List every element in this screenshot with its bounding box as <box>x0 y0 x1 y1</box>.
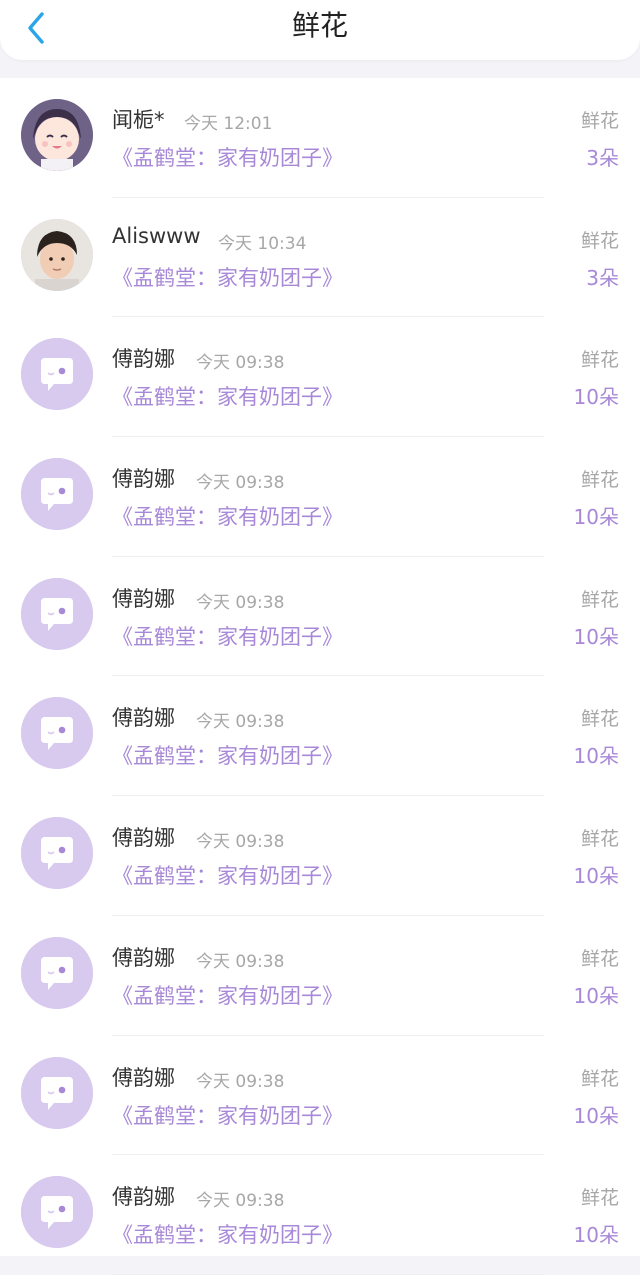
gift-type-label: 鲜花 <box>580 229 619 252</box>
book-title-link[interactable]: 《孟鹤堂：家有奶团子》 <box>112 860 343 890</box>
chat-bubble-avatar-icon[interactable] <box>21 1176 93 1249</box>
gift-type-label: 鲜花 <box>580 828 619 851</box>
list-item[interactable]: 傅韵娜 今天 09:38 《孟鹤堂：家有奶团子》 鲜花 10朵 <box>0 1155 640 1275</box>
chat-bubble-avatar-icon[interactable] <box>21 697 93 770</box>
chat-bubble-avatar-icon[interactable] <box>21 936 93 1009</box>
timestamp: 今天 09:38 <box>196 473 285 494</box>
user-name: 傅韵娜 <box>112 1185 175 1210</box>
chat-bubble-avatar-icon[interactable] <box>21 817 93 890</box>
user-name: 闻栀* <box>112 108 165 132</box>
book-title-link[interactable]: 《孟鹤堂：家有奶团子》 <box>112 381 343 411</box>
gift-count: 10朵 <box>573 744 619 769</box>
gift-type-label: 鲜花 <box>580 588 619 611</box>
gift-type-label: 鲜花 <box>580 349 619 372</box>
timestamp: 今天 09:38 <box>196 1191 285 1212</box>
gift-count: 10朵 <box>573 1103 619 1128</box>
timestamp: 今天 09:38 <box>196 353 285 374</box>
user-name: 傅韵娜 <box>112 586 175 611</box>
book-title-link[interactable]: 《孟鹤堂：家有奶团子》 <box>112 1100 343 1130</box>
timestamp: 今天 09:38 <box>196 951 285 972</box>
user-name: 傅韵娜 <box>112 467 175 492</box>
list-item[interactable]: 傅韵娜 今天 09:38 《孟鹤堂：家有奶团子》 鲜花 10朵 <box>0 317 640 438</box>
book-title-link[interactable]: 《孟鹤堂：家有奶团子》 <box>112 501 343 531</box>
chat-bubble-avatar-icon[interactable] <box>21 1056 93 1129</box>
book-title-link[interactable]: 《孟鹤堂：家有奶团子》 <box>112 740 343 770</box>
gift-type-label: 鲜花 <box>580 1187 619 1210</box>
gift-count: 10朵 <box>573 864 619 889</box>
book-title-link[interactable]: 《孟鹤堂：家有奶团子》 <box>112 142 343 172</box>
book-title-link[interactable]: 《孟鹤堂：家有奶团子》 <box>112 262 343 292</box>
gift-type-label: 鲜花 <box>580 110 619 132</box>
book-title-link[interactable]: 《孟鹤堂：家有奶团子》 <box>112 980 343 1010</box>
gift-count: 10朵 <box>573 385 619 410</box>
chat-bubble-avatar-icon[interactable] <box>21 338 93 411</box>
book-title-link[interactable]: 《孟鹤堂：家有奶团子》 <box>112 621 343 651</box>
user-name: 傅韵娜 <box>112 347 175 372</box>
gift-count: 3朵 <box>586 146 619 170</box>
timestamp: 今天 09:38 <box>196 1071 285 1092</box>
gift-type-label: 鲜花 <box>580 1067 619 1090</box>
list-item[interactable]: 傅韵娜 今天 09:38 《孟鹤堂：家有奶团子》 鲜花 10朵 <box>0 437 640 557</box>
list-item[interactable]: Aliswww 今天 10:34 《孟鹤堂：家有奶团子》 鲜花 3朵 <box>0 198 640 318</box>
gift-count: 10朵 <box>573 505 619 530</box>
gift-type-label: 鲜花 <box>580 469 619 492</box>
list-item[interactable]: 傅韵娜 今天 09:38 《孟鹤堂：家有奶团子》 鲜花 10朵 <box>0 557 640 677</box>
list-item[interactable]: 傅韵娜 今天 09:38 《孟鹤堂：家有奶团子》 鲜花 10朵 <box>0 1036 640 1156</box>
user-name: 傅韵娜 <box>112 945 175 970</box>
timestamp: 今天 12:01 <box>184 114 273 134</box>
gift-count: 10朵 <box>573 624 619 649</box>
user-name: 傅韵娜 <box>112 706 175 731</box>
timestamp: 今天 10:34 <box>218 233 307 254</box>
gift-count: 10朵 <box>573 983 619 1008</box>
user-name: Aliswww <box>112 223 201 248</box>
gift-count: 3朵 <box>586 265 619 290</box>
user-name: 傅韵娜 <box>112 826 175 851</box>
page-title: 鲜花 <box>291 9 348 42</box>
list-item[interactable]: 傅韵娜 今天 09:38 《孟鹤堂：家有奶团子》 鲜花 10朵 <box>0 916 640 1036</box>
book-title-link[interactable]: 《孟鹤堂：家有奶团子》 <box>112 1219 343 1249</box>
top-bar: 鲜花 <box>0 0 640 60</box>
gift-count: 10朵 <box>573 1223 619 1248</box>
timestamp: 今天 09:38 <box>196 712 285 733</box>
flower-gift-list: 闻栀* 今天 12:01 《孟鹤堂：家有奶团子》 鲜花 3朵 Aliswww 今天 10:3… <box>0 78 640 1275</box>
user-name: 傅韵娜 <box>112 1065 175 1090</box>
gift-type-label: 鲜花 <box>580 708 619 731</box>
avatar[interactable] <box>21 218 93 291</box>
avatar[interactable] <box>21 99 93 171</box>
list-item[interactable]: 闻栀* 今天 12:01 《孟鹤堂：家有奶团子》 鲜花 3朵 <box>0 78 640 198</box>
list-item[interactable]: 傅韵娜 今天 09:38 《孟鹤堂：家有奶团子》 鲜花 10朵 <box>0 676 640 797</box>
gift-type-label: 鲜花 <box>580 947 619 970</box>
chat-bubble-avatar-icon[interactable] <box>21 458 93 531</box>
timestamp: 今天 09:38 <box>196 592 285 613</box>
list-item[interactable]: 傅韵娜 今天 09:38 《孟鹤堂：家有奶团子》 鲜花 10朵 <box>0 796 640 916</box>
timestamp: 今天 09:38 <box>196 832 285 853</box>
chat-bubble-avatar-icon[interactable] <box>21 577 93 650</box>
